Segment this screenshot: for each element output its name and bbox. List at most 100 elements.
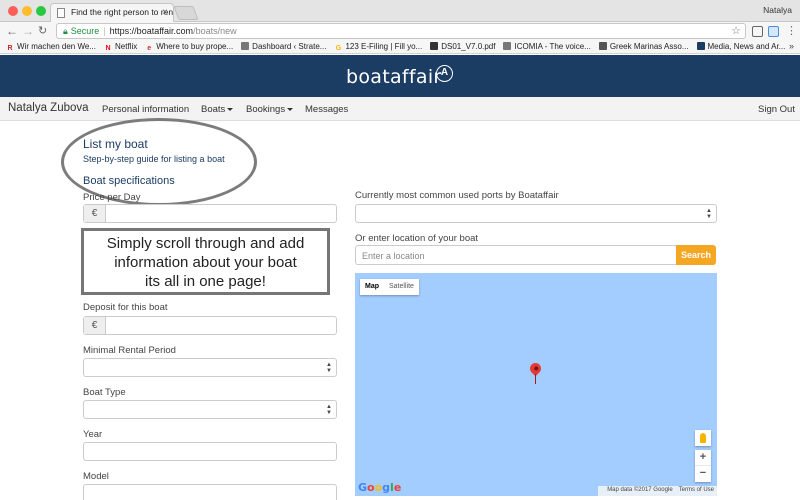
ports-label: Currently most common used ports by Boat… [355,190,559,201]
price-per-day-input[interactable]: € [83,204,337,223]
new-tab-button[interactable] [173,6,199,20]
browser-tab[interactable]: Find the right person to rent y × [50,3,174,22]
close-window-button[interactable] [8,6,18,16]
annotation-callout: Simply scroll through and add informatio… [81,228,330,295]
url-path: /boats/new [193,26,237,36]
location-input[interactable]: Enter a location [355,245,677,265]
callout-line: information about your boat [114,254,297,271]
maximize-window-button[interactable] [36,6,46,16]
extension-icon[interactable] [752,26,763,37]
url-field[interactable]: 🔒︎ Secure | https://boataffair.com/boats/ne… [56,23,746,39]
bookmark-favicon-icon: R [7,45,13,52]
secure-label: Secure [70,26,100,36]
google-logo: Google [358,481,402,494]
map-marker-stem [535,374,536,384]
bookmark-item[interactable]: N Netflix [104,40,137,53]
bookmarks-overflow-icon[interactable]: » [789,40,794,53]
reload-icon[interactable]: ↻ [38,24,47,37]
bookmark-favicon-icon [503,42,512,50]
site-logo[interactable]: boataffair [346,66,442,88]
ports-select[interactable]: ▲ ▼ [355,204,717,223]
zoom-in-button[interactable]: + [695,450,711,466]
minimal-rental-period-label: Minimal Rental Period [83,345,176,356]
bookmark-star-icon[interactable]: ☆ [731,24,745,37]
address-bar-row: ← → ↻ 🔒︎ Secure | https://boataffair.com/bo… [0,22,800,40]
nav-personal-information[interactable]: Personal information [102,104,189,115]
bookmark-item[interactable]: Dashboard ‹ Strate... [241,40,326,53]
bookmark-item[interactable]: Media, News and Ar... [696,40,786,53]
location-label: Or enter location of your boat [355,233,479,244]
caret-down-icon [287,108,294,111]
bookmark-favicon-icon: G [335,45,342,52]
minimize-window-button[interactable] [22,6,32,16]
tab-title: Find the right person to rent y [71,7,174,17]
browser-tab-bar: Find the right person to rent y × Nataly… [0,0,800,22]
bookmark-favicon-icon [598,42,607,50]
deposit-input[interactable]: € [83,316,337,335]
bookmark-label: Netflix [115,42,138,51]
lock-icon: 🔒︎ [63,26,68,36]
sign-out-link[interactable]: Sign Out [758,104,795,115]
bookmark-favicon-icon [430,42,439,50]
terms-of-use-link[interactable]: Terms of Use [679,487,714,493]
model-label: Model [83,471,109,482]
pegman-icon[interactable] [695,430,711,446]
bookmark-item[interactable]: DS01_V7.0.pdf [430,40,495,53]
bookmark-favicon-icon [696,42,705,50]
location-map[interactable]: Map Satellite + − Google Map data ©2017 G… [355,273,717,496]
map-type-map-button[interactable]: Map [360,279,384,295]
deposit-label: Deposit for this boat [83,302,168,313]
map-type-satellite-button[interactable]: Satellite [384,279,419,295]
url-separator: | [103,26,106,36]
boat-type-select[interactable]: ▲ ▼ [83,400,337,419]
map-attribution: Map data ©2017 Google Terms of Use [598,486,717,496]
price-per-day-label: Price per Day [83,192,141,203]
bookmark-label: Where to buy prope... [156,42,234,51]
nav-bookings-dropdown[interactable]: Bookings [246,104,294,115]
bookmark-label: DS01_V7.0.pdf [441,42,496,51]
bookmark-item[interactable]: ICOMIA - The voice... [503,40,591,53]
browser-menu-icon[interactable]: ⋮ [786,24,797,37]
map-type-control: Map Satellite [360,279,419,295]
bookmark-label: 123 E-Filing | Fill yo... [345,42,423,51]
select-arrows-icon: ▲ ▼ [326,404,332,416]
euro-icon: € [84,205,106,222]
map-data-text: Map data ©2017 Google [607,487,673,493]
bookmark-favicon-icon: e [147,45,152,52]
bookmark-item[interactable]: G 123 E-Filing | Fill yo... [334,40,423,53]
boat-type-label: Boat Type [83,387,126,398]
search-button[interactable]: Search [676,245,716,265]
nav-messages[interactable]: Messages [305,104,348,115]
forward-arrow-icon[interactable]: → [22,24,34,38]
page-icon [57,8,65,18]
profile-name[interactable]: Natalya [763,5,792,15]
model-input[interactable] [83,484,337,500]
bookmark-item[interactable]: e Where to buy prope... [145,40,233,53]
bookmark-label: ICOMIA - The voice... [514,42,591,51]
year-input[interactable] [83,442,337,461]
bookmark-label: Media, News and Ar... [707,42,786,51]
bookmark-favicon-icon [241,42,250,50]
caret-down-icon [227,108,234,111]
nav-bookings-label: Bookings [246,104,286,115]
nav-boats-dropdown[interactable]: Boats [201,104,234,115]
year-label: Year [83,429,103,440]
bookmark-item[interactable]: R Wir machen den We... [6,40,96,53]
bookmark-item[interactable]: Greek Marinas Asso... [598,40,689,53]
extension-icon[interactable] [768,26,779,37]
close-tab-icon[interactable]: × [162,7,168,18]
minimal-rental-period-select[interactable]: ▲ ▼ [83,358,337,377]
site-navigation: Natalya Zubova Personal information Boat… [0,97,800,121]
bookmark-label: Wir machen den We... [17,42,96,51]
bookmarks-bar: R Wir machen den We... N Netflix e Where to b… [0,40,800,54]
bookmark-favicon-icon: N [105,45,111,52]
select-arrows-icon: ▲ ▼ [706,208,712,220]
bookmark-label: Dashboard ‹ Strate... [252,42,327,51]
url-host: https://boataffair.com [109,26,194,36]
anchor-logo-icon: A [436,65,453,82]
nav-boats-label: Boats [201,104,226,115]
callout-line: Simply scroll through and add [106,235,305,252]
nav-user-name[interactable]: Natalya Zubova [8,102,89,114]
back-arrow-icon[interactable]: ← [6,24,18,38]
zoom-out-button[interactable]: − [695,466,711,482]
